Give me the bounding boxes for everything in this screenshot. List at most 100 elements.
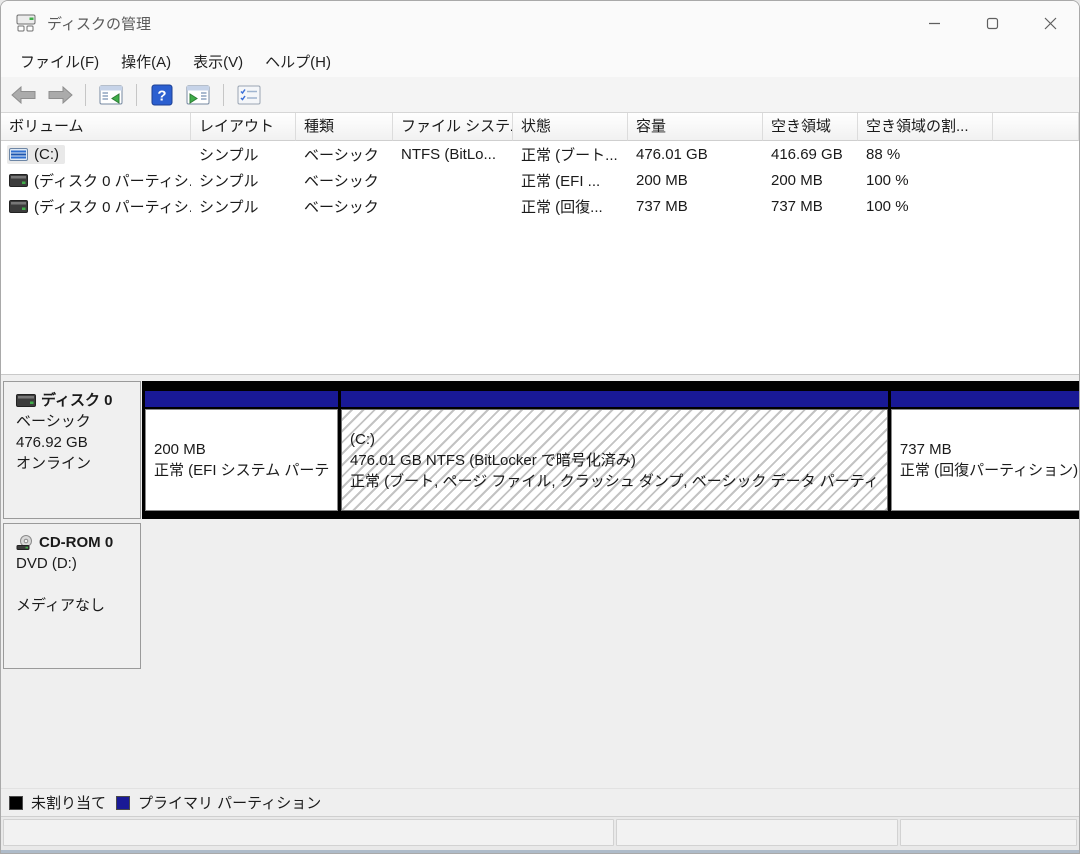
cell-fs	[393, 167, 513, 193]
status-bar	[1, 816, 1079, 850]
cell-type: ベーシック	[304, 172, 379, 190]
primary-partition-label: プライマリ パーティション	[138, 795, 322, 812]
status-pane-right	[900, 819, 1077, 846]
partition-c[interactable]: (C:) 476.01 GB NTFS (BitLocker で暗号化済み) 正…	[341, 391, 888, 511]
partition-icon	[9, 173, 28, 187]
column-header-filesystem[interactable]: ファイル システム	[393, 113, 513, 141]
c-label: (C:)	[350, 430, 375, 448]
partition-icon	[9, 199, 28, 213]
title-bar: ディスクの管理	[1, 1, 1079, 45]
cdrom-empty-area	[141, 523, 1077, 669]
volume-list: ボリューム レイアウト 種類 ファイル システム 状態 容量 空き領域 空き領域…	[1, 113, 1079, 375]
toolbar-separator	[85, 83, 86, 106]
column-header-status[interactable]: 状態	[513, 113, 628, 141]
window-title: ディスクの管理	[47, 15, 151, 33]
minimize-button[interactable]	[905, 1, 963, 45]
properties-icon[interactable]	[234, 81, 264, 109]
help-icon[interactable]: ?	[147, 81, 177, 109]
disk-management-window: ディスクの管理 ファイル(F) 操作(A) 表示(V) ヘルプ(H) ? ボリュ…	[0, 0, 1080, 854]
disk0-size: 476.92 GB	[16, 434, 88, 451]
unallocated-swatch	[9, 795, 23, 810]
cell-status: 正常 (回復...	[521, 198, 603, 216]
c-status: 正常 (ブート, ページ ファイル, クラッシュ ダンプ, ベーシック データ …	[350, 472, 879, 490]
unallocated-label: 未割り当て	[31, 795, 107, 812]
disk0-partition-strip: 200 MB 正常 (EFI システム パーティ (C:) 476.01 GB …	[142, 381, 1079, 519]
cdrom-icon	[16, 534, 32, 550]
back-arrow-icon[interactable]	[9, 81, 39, 109]
cdrom-row: CD-ROM 0 DVD (D:) メディアなし	[3, 523, 1077, 669]
partition-color-band	[145, 391, 338, 407]
disk0-row: ディスク 0 ベーシック 476.92 GB オンライン 200 MB 正常 (…	[3, 381, 1079, 519]
cell-pct: 100 %	[866, 171, 909, 189]
cdrom-device: DVD (D:)	[16, 555, 77, 572]
disk0-status: オンライン	[16, 455, 92, 472]
partition-recovery[interactable]: 737 MB 正常 (回復パーティション)	[890, 391, 1079, 511]
cell-pct: 100 %	[866, 197, 909, 215]
c-size-fs: 476.01 GB NTFS (BitLocker で暗号化済み)	[350, 451, 636, 469]
maximize-button[interactable]	[963, 1, 1021, 45]
disk0-type: ベーシック	[16, 413, 91, 430]
partition-efi[interactable]: 200 MB 正常 (EFI システム パーティ	[145, 391, 338, 511]
column-header-layout[interactable]: レイアウト	[191, 113, 296, 141]
cdrom-name: CD-ROM 0	[39, 534, 114, 551]
menu-file[interactable]: ファイル(F)	[9, 47, 110, 76]
close-button[interactable]	[1021, 1, 1079, 45]
volume-name: (ディスク 0 パーティシ...	[34, 172, 191, 190]
volume-name: (ディスク 0 パーティシ...	[34, 198, 191, 216]
volume-list-header: ボリューム レイアウト 種類 ファイル システム 状態 容量 空き領域 空き領域…	[1, 113, 1079, 141]
cell-pct: 88 %	[866, 145, 901, 163]
menu-help[interactable]: ヘルプ(H)	[254, 47, 342, 76]
column-header-free[interactable]: 空き領域	[763, 113, 858, 141]
cell-layout: シンプル	[199, 198, 259, 216]
menu-action[interactable]: 操作(A)	[110, 47, 182, 76]
primary-partition-swatch	[116, 795, 131, 810]
window-bottom-edge	[1, 850, 1079, 853]
recovery-size: 737 MB	[899, 441, 952, 458]
cell-capacity: 737 MB	[636, 197, 688, 215]
cell-fs: NTFS (BitLo...	[401, 145, 497, 163]
cell-free: 416.69 GB	[771, 145, 843, 163]
toolbar-separator	[136, 83, 137, 106]
console-detail-icon[interactable]	[183, 81, 213, 109]
volume-row-partition2[interactable]: (ディスク 0 パーティシ... シンプル ベーシック 正常 (回復... 73…	[1, 193, 1079, 219]
cell-type: ベーシック	[304, 198, 379, 216]
volume-name: (C:)	[34, 145, 59, 163]
svg-text:?: ?	[157, 87, 166, 104]
console-tree-icon[interactable]	[96, 81, 126, 109]
volume-row-partition1[interactable]: (ディスク 0 パーティシ... シンプル ベーシック 正常 (EFI ... …	[1, 167, 1079, 193]
cell-capacity: 200 MB	[636, 171, 688, 189]
status-pane-middle	[616, 819, 898, 846]
toolbar: ?	[1, 77, 1079, 113]
status-pane-left	[3, 819, 614, 846]
menu-bar: ファイル(F) 操作(A) 表示(V) ヘルプ(H)	[1, 45, 1079, 77]
legend-bar: 未割り当て プライマリ パーティション	[1, 788, 1079, 816]
disk-icon	[16, 394, 36, 407]
forward-arrow-icon[interactable]	[45, 81, 75, 109]
menu-view[interactable]: 表示(V)	[182, 47, 254, 76]
cell-layout: シンプル	[199, 172, 259, 190]
cell-status: 正常 (EFI ...	[521, 172, 601, 190]
disk0-info-card[interactable]: ディスク 0 ベーシック 476.92 GB オンライン	[3, 381, 141, 519]
column-header-volume[interactable]: ボリューム	[1, 113, 191, 141]
volume-c-drive-icon	[9, 147, 28, 161]
cell-free: 200 MB	[771, 171, 823, 189]
efi-size: 200 MB	[154, 441, 206, 458]
cdrom-info-card[interactable]: CD-ROM 0 DVD (D:) メディアなし	[3, 523, 141, 669]
column-header-empty	[993, 113, 1079, 141]
partition-color-band	[890, 391, 1079, 407]
cdrom-media: メディアなし	[16, 597, 105, 614]
cell-free: 737 MB	[771, 197, 823, 215]
cell-capacity: 476.01 GB	[636, 145, 708, 163]
app-icon	[15, 13, 37, 33]
volume-row-c[interactable]: (C:) シンプル ベーシック NTFS (BitLo... 正常 (ブート..…	[1, 141, 1079, 167]
cell-status: 正常 (ブート...	[521, 146, 618, 164]
partition-color-band	[341, 391, 888, 407]
efi-status: 正常 (EFI システム パーティ	[154, 462, 329, 479]
cell-type: ベーシック	[304, 146, 379, 164]
column-header-type[interactable]: 種類	[296, 113, 393, 141]
column-header-capacity[interactable]: 容量	[628, 113, 763, 141]
disk0-name: ディスク 0	[41, 392, 113, 409]
graphical-view: ディスク 0 ベーシック 476.92 GB オンライン 200 MB 正常 (…	[1, 375, 1079, 816]
column-header-free-pct[interactable]: 空き領域の割...	[858, 113, 993, 141]
cell-fs	[393, 193, 513, 219]
